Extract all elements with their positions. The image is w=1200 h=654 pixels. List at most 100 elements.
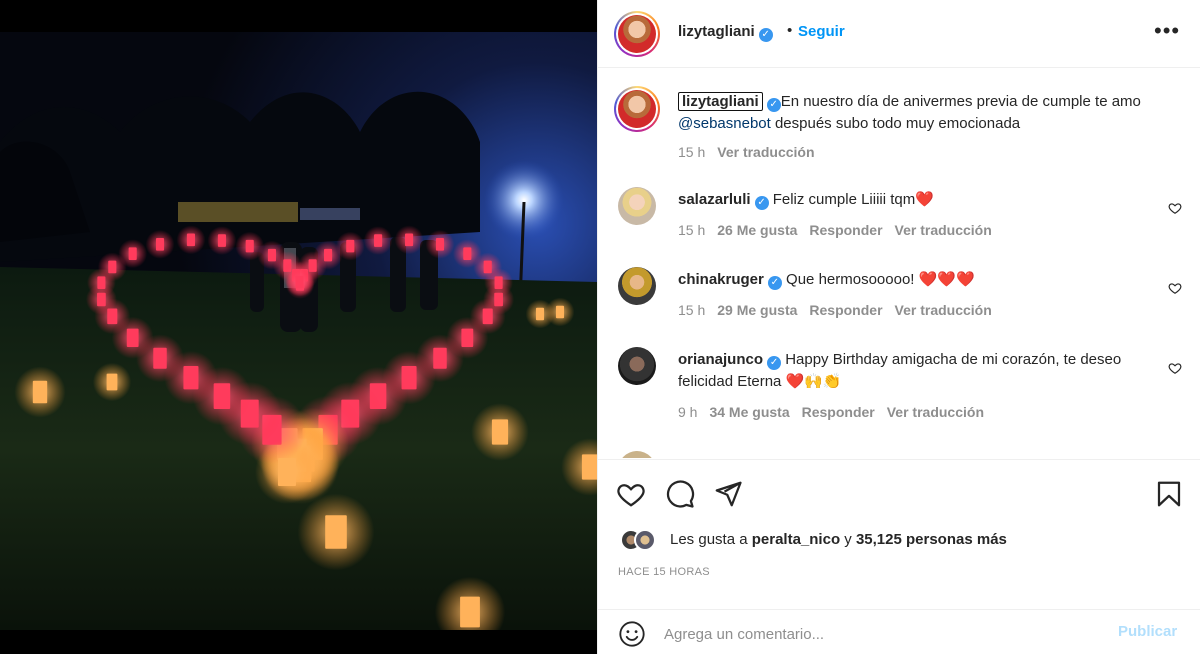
follow-button[interactable]: Seguir <box>798 23 845 40</box>
verified-icon: ✓ <box>767 276 782 290</box>
lantern <box>245 239 254 253</box>
comment-avatar[interactable] <box>618 347 656 385</box>
liker-avatar[interactable] <box>634 529 656 551</box>
post-timestamp[interactable]: HACE 15 HORAS <box>618 566 710 578</box>
comment-avatar[interactable] <box>618 451 656 458</box>
lantern <box>346 239 355 253</box>
comment-username[interactable]: chinakruger <box>678 271 764 288</box>
comment-bar: Publicar <box>598 609 1200 654</box>
caption-avatar[interactable] <box>614 86 660 132</box>
lantern <box>213 383 231 409</box>
translate-link[interactable]: Ver traducción <box>887 404 984 420</box>
comment-time[interactable]: 15 h <box>678 222 705 238</box>
comment-username[interactable]: salazarluli <box>678 191 751 208</box>
caption-text-part: En nuestro día de anivermes previa de cu… <box>780 93 1141 110</box>
verified-icon: ✓ <box>766 98 781 112</box>
comment-avatar[interactable] <box>618 187 656 225</box>
post-header: lizytagliani ✓ • Seguir ••• <box>598 0 1200 68</box>
comment-item: orianajunco ✓ Happy Birthday amigacha de … <box>598 339 1200 439</box>
comment-meta: 9 h 34 Me gusta Responder Ver traducción <box>678 404 996 420</box>
lantern <box>278 458 296 486</box>
comment-likes[interactable]: 26 Me gusta <box>717 222 797 238</box>
likes-others-link[interactable]: 35,125 personas más <box>856 531 1007 548</box>
author-username[interactable]: lizytagliani <box>678 23 755 40</box>
lantern <box>535 307 545 321</box>
translate-link[interactable]: Ver traducción <box>717 144 814 160</box>
comment-body: Feliz cumple Liiiii tqm❤️ <box>772 191 934 208</box>
more-options-icon[interactable]: ••• <box>1154 18 1180 44</box>
comment-likes[interactable]: 34 Me gusta <box>709 404 789 420</box>
lantern <box>463 247 472 261</box>
comment-time[interactable]: 15 h <box>678 302 705 318</box>
comment-item: salazarluli ✓ Feliz cumple Liiiii tqm❤️ 1… <box>598 179 1200 249</box>
caption-username[interactable]: lizytagliani <box>678 92 763 111</box>
author-avatar[interactable] <box>614 11 660 57</box>
caption-text-part: después subo todo muy emocionada <box>770 115 1021 132</box>
lantern <box>155 238 165 251</box>
mention-link[interactable]: @sebasnebot <box>678 115 771 132</box>
post-details-panel: lizytagliani ✓ • Seguir ••• lizytagliani ✓… <box>597 0 1200 654</box>
comment-avatar[interactable] <box>618 267 656 305</box>
lantern <box>433 347 447 369</box>
lantern <box>482 308 493 325</box>
post-photo[interactable] <box>0 0 597 654</box>
comment-meta: 15 h 26 Me gusta Responder Ver traducción <box>678 222 1004 238</box>
caption-time[interactable]: 15 h <box>678 144 705 160</box>
lantern <box>460 596 480 628</box>
verified-icon: ✓ <box>758 28 773 42</box>
lantern <box>186 233 195 247</box>
like-heart-icon[interactable] <box>616 479 646 509</box>
like-comment-heart-icon[interactable] <box>1168 201 1182 215</box>
likes-middle: y <box>840 531 856 548</box>
caption-text: lizytagliani ✓ En nuestro día de anivermes… <box>678 91 1148 135</box>
lantern <box>108 260 117 274</box>
comments-list[interactable]: lizytagliani ✓ En nuestro día de anivermes… <box>598 69 1200 458</box>
comment-text: orianajunco ✓ Happy Birthday amigacha de … <box>678 349 1148 393</box>
verified-icon: ✓ <box>767 356 782 370</box>
lantern <box>374 234 383 247</box>
lantern <box>32 380 48 404</box>
lantern <box>435 238 445 251</box>
comment-likes[interactable]: 29 Me gusta <box>717 302 797 318</box>
reply-button[interactable]: Responder <box>809 302 882 318</box>
lantern <box>325 515 347 549</box>
lantern <box>295 275 304 289</box>
comment-text: chinakruger ✓ Que hermosooooo! ❤️❤️❤️ <box>678 269 1148 291</box>
reply-button[interactable]: Responder <box>809 222 882 238</box>
like-comment-heart-icon[interactable] <box>1168 361 1182 375</box>
likes-prefix: Les gusta a <box>670 531 752 548</box>
comment-item: chinakruger ✓ Que hermosooooo! ❤️❤️❤️ 15 … <box>598 259 1200 329</box>
post-actions: Les gusta a peralta_nico y 35,125 person… <box>598 459 1200 654</box>
lantern <box>491 419 509 445</box>
emoji-icon[interactable] <box>618 620 646 648</box>
comment-body: Que hermosooooo! ❤️❤️❤️ <box>786 271 975 288</box>
separator-dot: • <box>787 22 793 39</box>
lantern <box>217 234 226 247</box>
save-bookmark-icon[interactable] <box>1154 479 1184 509</box>
author-name-row: lizytagliani ✓ <box>678 23 773 42</box>
translate-link[interactable]: Ver traducción <box>895 302 992 318</box>
comment-bubble-icon[interactable] <box>665 479 695 509</box>
caption-meta: 15 h Ver traducción <box>678 144 827 160</box>
lantern <box>555 305 565 319</box>
comment-username[interactable]: orianajunco <box>678 351 763 368</box>
comment-input[interactable] <box>664 622 1094 646</box>
like-comment-heart-icon[interactable] <box>1168 281 1182 295</box>
comment-meta: 15 h 29 Me gusta Responder Ver traducción <box>678 302 1004 318</box>
publish-button[interactable]: Publicar <box>1118 623 1177 640</box>
reply-button[interactable]: Responder <box>802 404 875 420</box>
lantern <box>581 454 597 480</box>
verified-icon: ✓ <box>754 196 769 210</box>
lantern <box>153 347 167 369</box>
caption: lizytagliani ✓ En nuestro día de anivermes… <box>598 83 1200 163</box>
translate-link[interactable]: Ver traducción <box>895 222 992 238</box>
comment-time[interactable]: 9 h <box>678 404 697 420</box>
liker-username[interactable]: peralta_nico <box>752 531 840 548</box>
lantern <box>126 328 139 347</box>
lantern <box>405 233 414 247</box>
share-paper-plane-icon[interactable] <box>713 479 743 509</box>
lantern <box>461 328 474 347</box>
comment-text: salazarluli ✓ Feliz cumple Liiiii tqm❤️ <box>678 189 1148 211</box>
photo-heart-lanterns <box>0 32 597 630</box>
lantern <box>106 373 118 391</box>
